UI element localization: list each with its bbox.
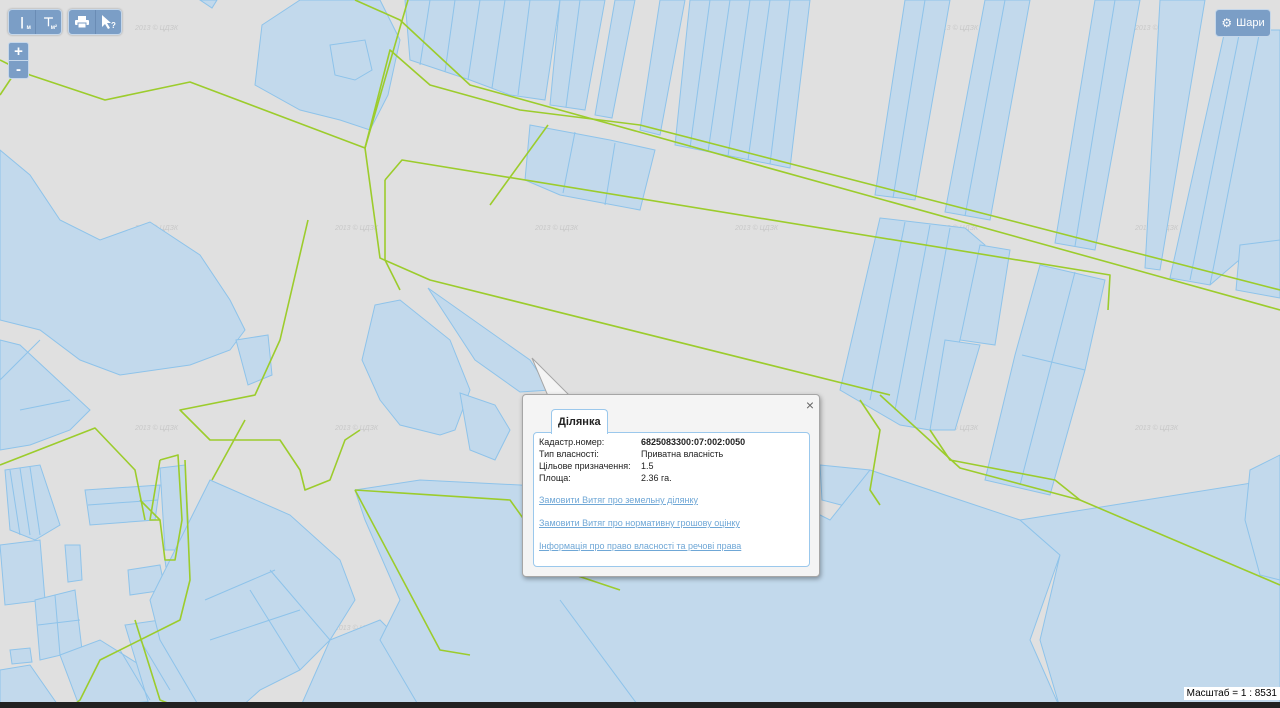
parcel[interactable] [0,539,46,606]
watermark-text: 2013 © ЦДЗК [534,224,579,232]
watermark-text: 2013 © ЦДЗК [334,424,379,432]
length-unit-label: м [26,25,31,31]
svg-text:?: ? [111,21,116,29]
tab-parcel[interactable]: Ділянка [551,409,608,434]
parcel-layer[interactable] [0,0,1280,708]
parcel[interactable] [64,544,83,583]
info-value: 2.36 га. [641,473,672,483]
info-value: 6825083300:07:002:0050 [641,437,746,447]
cadastral-map[interactable]: 2013 © ЦДЗК 2013 © ЦДЗК 2013 © ЦДЗК 2013 © … [0,0,1280,708]
tools-toolbar: ? [68,9,122,35]
parcel[interactable] [404,0,561,101]
watermark-text: 2013 © ЦДЗК [734,224,779,232]
order-valuation-link[interactable]: Замовити Витяг про нормативну грошову оц… [539,518,740,528]
parcel[interactable] [874,0,951,201]
close-icon[interactable]: × [806,398,814,412]
zoom-out-button[interactable]: - [9,60,28,78]
measure-toolbar: | м ⊤ м² [8,9,62,35]
measure-length-button[interactable]: | м [9,10,35,34]
parcel[interactable] [0,149,246,376]
parcel[interactable] [459,392,511,461]
ruler-icon: | [20,15,24,29]
parcel[interactable] [4,464,61,541]
bottom-bar [0,702,1280,708]
info-row-ownership: Тип власності: Приватна власність [539,449,723,459]
layers-button-label: Шари [1236,17,1265,29]
info-key: Цільове призначення: [539,461,631,471]
info-row-area: Площа: 2.36 га. [539,473,672,483]
watermark-text: 2013 © ЦДЗК [1134,424,1179,432]
cursor-question-icon: ? [101,15,116,29]
parcel[interactable] [1018,479,1280,708]
watermark-text: 2013 © ЦДЗК [334,224,379,232]
info-value: Приватна власність [641,449,724,459]
info-key: Площа: [539,473,571,483]
watermark-text: 2013 © ЦДЗК [134,424,179,432]
parcel[interactable] [674,0,811,169]
info-row-cadastral: Кадастр.номер: 6825083300:07:002:0050 [539,437,745,447]
popup-content: Кадастр.номер: 6825083300:07:002:0050 Ти… [533,432,810,567]
parcel[interactable] [199,0,218,9]
layers-button[interactable]: ⚙ Шари [1215,9,1271,37]
parcel[interactable] [1235,239,1280,299]
zoom-in-button[interactable]: + [9,43,28,60]
measure-area-button[interactable]: ⊤ м² [35,10,61,34]
parcel[interactable] [84,484,161,526]
info-key: Тип власності: [539,449,599,459]
parcel[interactable] [1054,0,1141,251]
gear-icon: ⚙ [1221,16,1233,30]
parcel-info-popup: × Ділянка Кадастр.номер: 6825083300:07:0… [522,394,820,577]
ownership-info-link[interactable]: Інформація про право власності та речові… [539,541,741,551]
watermark-text: 2013 © ЦДЗК [134,24,179,32]
parcel[interactable] [9,647,33,665]
info-key: Кадастр.номер: [539,437,605,447]
parcel[interactable] [329,39,373,81]
area-unit-label: м² [50,25,57,31]
identify-button[interactable]: ? [95,10,121,34]
parcel[interactable] [944,0,1031,221]
info-row-purpose: Цільове призначення: 1.5 [539,461,654,471]
parcel[interactable] [254,0,401,131]
parcel[interactable] [984,264,1106,496]
parcel[interactable] [235,334,273,386]
zoom-control: + - [8,42,29,79]
printer-icon [75,16,89,28]
order-extract-link[interactable]: Замовити Витяг про земельну ділянку [539,495,698,505]
print-button[interactable] [69,10,95,34]
info-value: 1.5 [641,461,654,471]
scale-indicator: Масштаб = 1 : 8531 [1183,687,1280,700]
